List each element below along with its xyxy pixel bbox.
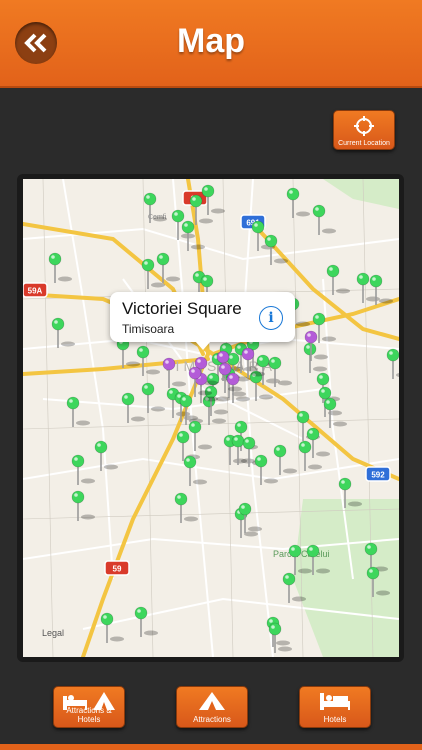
page-title: Map [177,22,245,60]
map-canvas[interactable]: TIMISOARA Parcul Carelui Cemfi 6969159A5… [23,179,399,657]
map-pin[interactable] [141,382,165,413]
map-pin[interactable] [48,252,72,283]
bottom-accent-strip [0,744,422,750]
svg-text:592: 592 [371,471,385,480]
attractions-hotels-label: Attractions & Hotels [66,706,112,724]
map-pin[interactable] [298,440,322,471]
legal-link[interactable]: Legal [42,628,64,638]
map-pin[interactable] [273,444,297,475]
current-location-button[interactable]: Current Location [333,110,395,150]
hotels-button[interactable]: Hotels [299,686,371,728]
map-pin[interactable] [134,606,158,637]
header-bar: Map [0,0,422,88]
callout-title: Victoriei Square [122,299,242,318]
info-icon[interactable]: i [259,306,283,330]
attractions-label: Attractions [193,715,231,724]
map-pin[interactable] [254,454,278,485]
current-location-label: Current Location [338,140,390,147]
map-pin[interactable] [306,427,330,458]
pin-callout[interactable]: Victoriei Square Timisoara i [110,292,295,350]
crosshair-icon [354,116,374,136]
map-pin[interactable] [71,490,95,521]
map-pin[interactable] [286,187,310,218]
map-pin[interactable] [116,337,140,368]
road-shield: 59 [104,560,130,576]
road-shield: 59A [23,282,48,298]
map-view[interactable]: TIMISOARA Parcul Carelui Cemfi 6969159A5… [23,179,399,657]
hotels-label: Hotels [323,715,347,724]
map-pin[interactable] [100,612,124,643]
map-pin[interactable] [136,345,160,376]
svg-text:59: 59 [113,565,122,574]
callout-subtitle: Timisoara [122,322,175,336]
bed-icon [320,693,350,710]
map-pin[interactable] [326,264,350,295]
map-pin[interactable] [386,348,399,379]
tent-icon [199,692,225,710]
map-pin[interactable] [312,204,336,235]
map-pin[interactable] [174,492,198,523]
map-pin[interactable] [51,317,75,348]
svg-text:59A: 59A [28,287,43,296]
map-pin[interactable] [121,392,145,423]
attractions-button[interactable]: Attractions [176,686,248,728]
attractions-hotels-button[interactable]: Attractions & Hotels [53,686,125,728]
road-shield: 592 [365,466,391,482]
